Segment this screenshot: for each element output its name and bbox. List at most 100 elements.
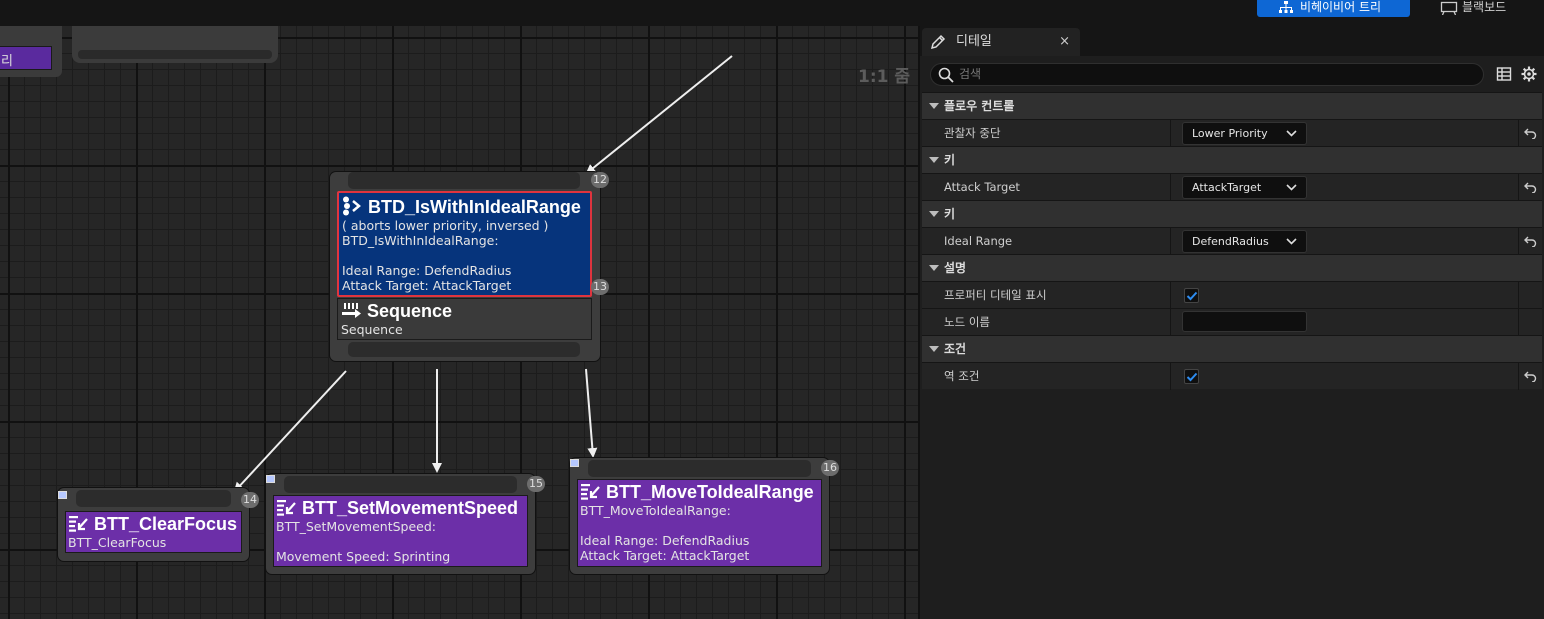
wire-sequence-to-move-to-ideal-range [585, 368, 598, 458]
column-divider [1518, 363, 1519, 390]
wire-sequence-to-clear-focus [233, 370, 347, 493]
checkmark-icon [1186, 372, 1198, 382]
column-divider [1170, 174, 1171, 201]
behavior-tree-icon [1279, 1, 1293, 13]
category-description[interactable]: 설명 [922, 254, 1542, 281]
details-tab[interactable]: 디테일 × [922, 28, 1080, 56]
blackboard-mode-label: 블랙보드 [1462, 0, 1507, 14]
property-observer-aborts: 관찰자 중단 Lower Priority [922, 119, 1542, 147]
move-to-ideal-range-title-row: BTT_MoveToIdealRange [580, 481, 821, 503]
property-ideal-range: Ideal Range DefendRadius [922, 227, 1542, 255]
sequence-output-pin[interactable] [348, 342, 580, 357]
reset-to-default-icon[interactable] [1524, 370, 1537, 382]
observer-aborts-dropdown[interactable]: Lower Priority [1182, 122, 1307, 145]
graph-canvas[interactable]: 1:1 줌 리 12 BTD_IsWithInIdealRange (abor… [0, 26, 918, 619]
reset-to-default-icon[interactable] [1524, 235, 1537, 247]
node-name-input[interactable] [1182, 311, 1307, 332]
move-to-ideal-range-line [580, 518, 821, 533]
task-icon [69, 516, 88, 532]
property-inverse-condition: 역 조건 [922, 362, 1542, 390]
sequence-input-pin[interactable] [348, 172, 580, 189]
inverse-condition-checkbox[interactable] [1184, 369, 1199, 384]
execution-index-badge: 16 [821, 460, 839, 476]
set-movement-speed-title: BTT_SetMovementSpeed [302, 498, 519, 518]
property-name: 관찰자 중단 [944, 126, 1001, 140]
execution-index-badge: 15 [527, 476, 545, 492]
decorator-line [342, 248, 590, 263]
details-search-input[interactable]: 검색 [930, 63, 1484, 86]
clear-focus-line: BTT_ClearFocus [68, 535, 167, 550]
execution-index-badge: 14 [241, 492, 259, 508]
set-movement-speed-line: Movement Speed: Sprinting [276, 549, 451, 564]
chevron-down-icon [1286, 238, 1297, 245]
clear-focus-title-row: BTT_ClearFocus [68, 513, 241, 535]
column-divider [1170, 309, 1171, 336]
clear-focus-input-pin[interactable] [76, 490, 231, 507]
blackboard-icon [1440, 1, 1458, 15]
property-list: 플로우 컨트롤 관찰자 중단 Lower Priority 키 Attack T… [922, 92, 1542, 390]
category-flow-control[interactable]: 플로우 컨트롤 [922, 92, 1542, 119]
details-tab-strip: 디테일 × [920, 26, 1544, 56]
sequence-title-row: Sequence [341, 300, 591, 322]
decorator-line: Attack Target: AttackTarget [342, 278, 512, 293]
gear-icon[interactable] [1521, 66, 1537, 82]
column-divider [1518, 309, 1519, 336]
pencil-icon [930, 34, 946, 50]
property-name: Attack Target [944, 180, 1020, 194]
editor-toolbar: 비헤이비어 트리 블랙보드 [0, 0, 1544, 26]
property-show-property-details: 프로퍼티 디테일 표시 [922, 281, 1542, 309]
behavior-tree-editor: 비헤이비어 트리 블랙보드 1:1 줌 리 12 BTD_IsWithInIde… [0, 0, 1544, 619]
set-movement-speed-input-pin[interactable] [284, 476, 517, 493]
behavior-tree-mode-button[interactable]: 비헤이비어 트리 [1257, 0, 1410, 17]
move-to-ideal-range-line: Attack Target: AttackTarget [580, 548, 750, 563]
category-key[interactable]: 키 [922, 146, 1542, 173]
column-divider [1170, 363, 1171, 390]
move-to-ideal-range-input-pin[interactable] [588, 460, 811, 477]
dropdown-value: Lower Priority [1192, 127, 1268, 140]
table-view-icon[interactable] [1496, 66, 1512, 82]
column-divider [1170, 120, 1171, 147]
behavior-tree-mode-label: 비헤이비어 트리 [1299, 0, 1382, 14]
category-key[interactable]: 키 [922, 200, 1542, 227]
column-divider [1518, 174, 1519, 201]
breakpoint-flag-icon [58, 491, 67, 499]
task-icon [581, 484, 600, 500]
search-placeholder: 검색 [959, 67, 982, 81]
sequence-subtitle: Sequence [341, 322, 403, 337]
property-node-name: 노드 이름 [922, 308, 1542, 336]
column-divider [1170, 228, 1171, 255]
sequence-icon [342, 303, 361, 318]
checkmark-icon [1186, 291, 1198, 301]
category-condition[interactable]: 조건 [922, 335, 1542, 362]
sequence-body[interactable]: Sequence Sequence [337, 298, 592, 340]
dropdown-value: DefendRadius [1192, 235, 1269, 248]
decorator-line: ( aborts lower priority, inversed ) [342, 218, 549, 233]
move-to-ideal-range-title: BTT_MoveToIdealRange [606, 482, 814, 502]
property-name: 프로퍼티 디테일 표시 [944, 288, 1047, 302]
close-icon[interactable]: × [1059, 28, 1070, 56]
decorator-line: BTD_IsWithInIdealRange: [342, 233, 499, 248]
task-icon [277, 500, 296, 516]
decorator-line: Ideal Range: DefendRadius [342, 263, 512, 278]
dropdown-value: AttackTarget [1192, 181, 1262, 194]
clear-focus-task[interactable]: BTT_ClearFocus BTT_ClearFocus [65, 511, 242, 553]
breakpoint-flag-icon [570, 459, 579, 467]
move-to-ideal-range-line: BTT_MoveToIdealRange: [580, 503, 731, 518]
clear-focus-title: BTT_ClearFocus [94, 514, 238, 534]
blackboard-mode-button[interactable]: 블랙보드 [1440, 0, 1540, 17]
decorator-node[interactable]: BTD_IsWithInIdealRange ( aborts lower pr… [337, 191, 592, 297]
column-divider [1518, 120, 1519, 147]
set-movement-speed-line [276, 534, 527, 549]
wire-parent-to-sequence [585, 55, 733, 175]
move-to-ideal-range-task[interactable]: BTT_MoveToIdealRange BTT_MoveToIdealRang… [577, 479, 822, 567]
ideal-range-dropdown[interactable]: DefendRadius [1182, 230, 1307, 253]
set-movement-speed-task[interactable]: BTT_SetMovementSpeed BTT_SetMovementSpee… [273, 495, 528, 567]
reset-to-default-icon[interactable] [1524, 181, 1537, 193]
decorator-title-row: BTD_IsWithInIdealRange [342, 196, 590, 218]
column-divider [1170, 282, 1171, 309]
attack-target-dropdown[interactable]: AttackTarget [1182, 176, 1307, 199]
reset-to-default-icon[interactable] [1524, 127, 1537, 139]
decorator-title: BTD_IsWithInIdealRange [368, 197, 581, 217]
details-tab-label: 디테일 [956, 34, 992, 49]
show-property-details-checkbox[interactable] [1184, 288, 1199, 303]
